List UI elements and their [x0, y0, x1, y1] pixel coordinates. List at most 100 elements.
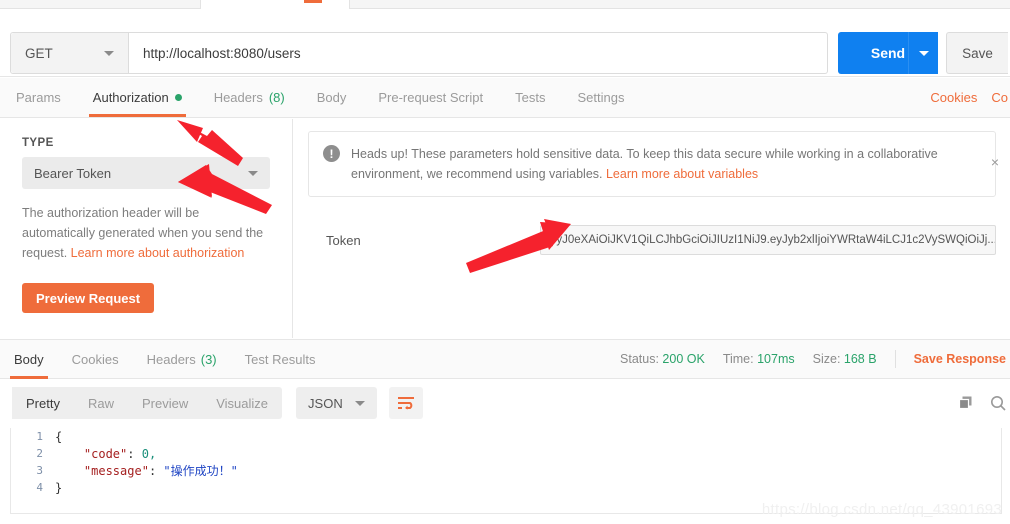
headers-count: (8) — [268, 90, 285, 105]
time-label: Time: — [722, 352, 754, 366]
code-token-number: 0, — [141, 446, 157, 461]
tab-params[interactable]: Params — [0, 78, 77, 117]
status-value: 200 OK — [662, 352, 705, 366]
response-view-bar: Pretty Raw Preview Visualize JSON — [0, 380, 1010, 426]
tab-body[interactable]: Body — [301, 78, 363, 117]
wrap-lines-button[interactable] — [388, 387, 423, 419]
code-token-string: "操作成功！" — [163, 464, 238, 478]
cookies-link[interactable]: Cookies — [930, 90, 977, 105]
view-mode-visualize[interactable]: Visualize — [202, 387, 282, 419]
auth-detail-column: ! Heads up! These parameters hold sensit… — [294, 119, 1010, 338]
preview-request-button[interactable]: Preview Request — [22, 283, 155, 313]
view-mode-group: Pretty Raw Preview Visualize — [12, 387, 283, 419]
view-mode-preview[interactable]: Preview — [128, 387, 202, 419]
size-label: Size: — [812, 352, 841, 366]
code-token-key: "message" — [83, 464, 149, 478]
send-options-button[interactable] — [908, 32, 938, 74]
tab-label: Tests — [515, 90, 546, 105]
auth-type-value: Bearer Token — [34, 165, 112, 181]
line-number: 2 — [36, 447, 43, 460]
auth-description: The authorization header will be automat… — [22, 203, 270, 263]
copy-icon[interactable] — [958, 395, 974, 411]
chevron-down-icon — [918, 50, 929, 56]
time-value: 107ms — [757, 352, 795, 366]
format-value: JSON — [308, 395, 343, 411]
response-actions — [958, 395, 1006, 411]
method-url-group: GET http://localhost:8080/users — [10, 32, 828, 74]
code-line: 3 "message": "操作成功！" — [11, 462, 1001, 479]
line-number: 4 — [36, 481, 43, 494]
response-tab-body[interactable]: Body — [0, 340, 58, 379]
save-response-button[interactable]: Save Response — [914, 352, 1006, 366]
divider — [894, 350, 896, 368]
banner-text: Heads up! These parameters hold sensitiv… — [351, 144, 961, 184]
code-token-sep: : — [127, 446, 142, 461]
token-label: Token — [326, 232, 361, 248]
tab-label: Body — [316, 90, 347, 105]
code-token-plain: { — [55, 429, 63, 444]
tab-label: Headers — [213, 90, 263, 105]
response-tab-test-results[interactable]: Test Results — [231, 340, 330, 379]
tab-pre-request-script[interactable]: Pre-request Script — [362, 78, 499, 117]
close-icon[interactable]: × — [991, 154, 999, 170]
authorization-panel: TYPE Bearer Token The authorization head… — [0, 119, 1010, 338]
token-row: Token eyJ0eXAiOiJKV1QiLCJhbGciOiJIUzI1Ni… — [308, 225, 996, 255]
tab-label: Params — [16, 90, 61, 105]
type-label: TYPE — [22, 137, 54, 149]
status-label: Status: — [620, 352, 659, 366]
tab-authorization[interactable]: Authorization — [77, 78, 198, 117]
response-tab-cookies[interactable]: Cookies — [58, 340, 133, 379]
method-label: GET — [25, 45, 53, 61]
chevron-down-icon — [104, 50, 114, 56]
sensitive-data-banner: ! Heads up! These parameters hold sensit… — [308, 131, 999, 197]
line-content: { — [55, 430, 62, 444]
learn-more-authorization-link[interactable]: Learn more about authorization — [71, 246, 245, 260]
learn-more-variables-link[interactable]: Learn more about variables — [606, 167, 758, 181]
tab-label: Settings — [577, 90, 625, 105]
request-tabs-right-links: Cookies Co — [930, 90, 1010, 105]
tab-label: Cookies — [71, 351, 119, 367]
view-mode-pretty[interactable]: Pretty — [12, 387, 74, 419]
tab-label: Test Results — [244, 351, 316, 367]
url-input[interactable]: http://localhost:8080/users — [129, 33, 827, 73]
tab-strip-remnant — [0, 0, 1010, 9]
tab-headers[interactable]: Headers (8) — [198, 78, 301, 117]
view-mode-raw[interactable]: Raw — [74, 387, 128, 419]
line-content: } — [55, 481, 62, 495]
format-select[interactable]: JSON — [296, 387, 377, 419]
tab-accent — [304, 0, 322, 3]
postman-window: GET http://localhost:8080/users Send Sav… — [0, 0, 1010, 524]
code-line: 2 "code": 0, — [11, 445, 1001, 462]
response-meta: Status: 200 OK Time: 107ms Size: 168 B S… — [620, 350, 1010, 368]
url-bar: GET http://localhost:8080/users Send Sav… — [0, 10, 1010, 77]
token-input[interactable]: eyJ0eXAiOiJKV1QiLCJhbGciOiJIUzI1NiJ9.eyJ… — [540, 225, 996, 255]
request-tabs: Params Authorization Headers (8) Body Pr… — [0, 78, 1010, 118]
watermark: https://blog.csdn.net/qq_43901693 — [761, 501, 1002, 518]
tab-tests[interactable]: Tests — [499, 78, 561, 117]
code-line: 1 { — [11, 428, 1001, 445]
time-group: Time: 107ms — [723, 352, 795, 366]
response-tab-headers[interactable]: Headers (3) — [133, 340, 231, 379]
method-select[interactable]: GET — [11, 33, 129, 73]
exclamation-icon: ! — [323, 145, 340, 162]
auth-active-dot-icon — [174, 94, 182, 101]
active-request-tab[interactable] — [200, 0, 350, 9]
auth-type-select[interactable]: Bearer Token — [22, 157, 270, 189]
tab-label: Body — [14, 351, 44, 367]
line-content: "message": "操作成功！" — [55, 462, 238, 479]
code-link[interactable]: Co — [991, 90, 1008, 105]
status-group: Status: 200 OK — [620, 352, 705, 366]
code-token-key: "code" — [83, 446, 128, 461]
search-icon[interactable] — [990, 395, 1006, 411]
save-button[interactable]: Save — [946, 32, 1008, 74]
tab-label: Pre-request Script — [378, 90, 484, 105]
chevron-down-icon — [248, 170, 258, 176]
response-tabs: Body Cookies Headers (3) Test Results St… — [0, 339, 1010, 379]
tab-settings[interactable]: Settings — [561, 78, 640, 117]
wrap-text-icon — [397, 397, 414, 410]
code-token-plain: } — [55, 480, 63, 495]
response-headers-count: (3) — [200, 351, 217, 367]
code-token-sep: : — [148, 464, 164, 478]
tab-label: Headers — [146, 351, 196, 367]
